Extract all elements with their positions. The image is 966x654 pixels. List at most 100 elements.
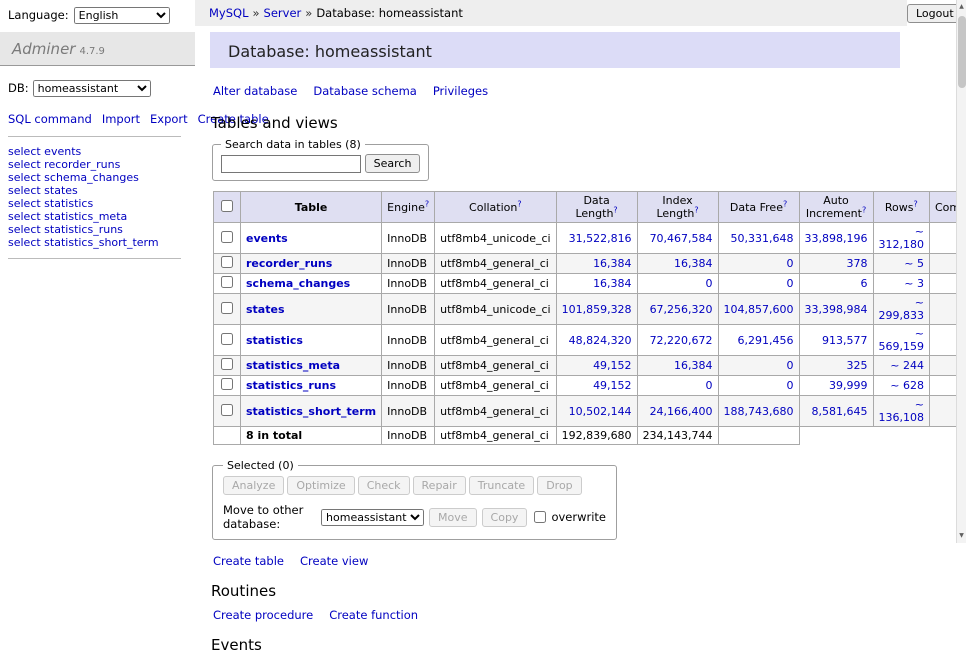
doc-help-link[interactable]: ? [913, 199, 917, 208]
auto-increment-link[interactable]: 39,999 [829, 379, 868, 392]
language-select[interactable]: English [74, 7, 170, 24]
auto-increment-link[interactable]: 33,398,984 [805, 303, 868, 316]
drop-button[interactable]: Drop [537, 476, 581, 495]
table-link-statistics-meta[interactable]: statistics_meta [246, 359, 340, 372]
db-select[interactable]: homeassistant [33, 80, 151, 97]
table-link-statistics-runs[interactable]: statistics_runs [246, 379, 336, 392]
db-action-link-privileges[interactable]: Privileges [433, 84, 488, 98]
create-link-create-table[interactable]: Create table [213, 554, 284, 568]
select-all-checkbox[interactable] [221, 200, 233, 212]
scroll-up-icon[interactable]: ▲ [957, 0, 966, 14]
move-button[interactable]: Move [429, 508, 477, 527]
rows-count-link[interactable]: ~ 244 [890, 359, 924, 372]
analyze-button[interactable]: Analyze [223, 476, 284, 495]
auto-increment-link[interactable]: 378 [847, 257, 868, 270]
scroll-down-icon[interactable]: ▼ [957, 529, 966, 543]
table-link-states[interactable]: states [246, 303, 285, 316]
sidebar-link-import[interactable]: Import [102, 112, 140, 126]
breadcrumb-mysql-link[interactable]: MySQL [209, 6, 249, 20]
index-length-link[interactable]: 16,384 [674, 257, 713, 270]
doc-help-link[interactable]: ? [613, 205, 617, 214]
routine-link-create-function[interactable]: Create function [329, 608, 418, 622]
sidebar-select-link-select-states[interactable]: select states [8, 184, 183, 197]
sidebar-select-link-select-events[interactable]: select events [8, 145, 183, 158]
index-length-link[interactable]: 0 [706, 277, 713, 290]
row-checkbox[interactable] [221, 333, 233, 345]
row-checkbox[interactable] [221, 276, 233, 288]
create-link-create-view[interactable]: Create view [300, 554, 368, 568]
doc-help-link[interactable]: ? [517, 199, 521, 208]
table-link-statistics[interactable]: statistics [246, 334, 303, 347]
db-action-link-database-schema[interactable]: Database schema [313, 84, 416, 98]
data-free-link[interactable]: 0 [787, 277, 794, 290]
data-free-link[interactable]: 0 [787, 379, 794, 392]
rows-count-link[interactable]: ~ 299,833 [879, 296, 925, 322]
auto-increment-link[interactable]: 33,898,196 [805, 232, 868, 245]
index-length-link[interactable]: 0 [706, 379, 713, 392]
db-action-link-alter-database[interactable]: Alter database [213, 84, 297, 98]
doc-help-link[interactable]: ? [425, 199, 429, 208]
rows-count-link[interactable]: ~ 3 [904, 277, 924, 290]
sidebar-select-link-select-schema-changes[interactable]: select schema_changes [8, 171, 183, 184]
copy-button[interactable]: Copy [482, 508, 528, 527]
row-checkbox[interactable] [221, 256, 233, 268]
index-length-link[interactable]: 72,220,672 [650, 334, 713, 347]
optimize-button[interactable]: Optimize [287, 476, 354, 495]
auto-increment-link[interactable]: 8,581,645 [812, 405, 868, 418]
row-checkbox[interactable] [221, 404, 233, 416]
rows-count-link[interactable]: ~ 628 [890, 379, 924, 392]
auto-increment-link[interactable]: 913,577 [822, 334, 868, 347]
data-free-link[interactable]: 0 [787, 257, 794, 270]
search-button[interactable]: Search [365, 154, 421, 173]
doc-help-link[interactable]: ? [783, 199, 787, 208]
doc-help-link[interactable]: ? [694, 205, 698, 214]
sidebar-select-link-select-statistics[interactable]: select statistics [8, 197, 183, 210]
rows-count-link[interactable]: ~ 312,180 [879, 225, 925, 251]
data-free-link[interactable]: 0 [787, 359, 794, 372]
overwrite-checkbox[interactable] [534, 511, 546, 523]
data-free-link[interactable]: 6,291,456 [738, 334, 794, 347]
routine-link-create-procedure[interactable]: Create procedure [213, 608, 313, 622]
sidebar-link-export[interactable]: Export [150, 112, 188, 126]
rows-count-link[interactable]: ~ 136,108 [879, 398, 925, 424]
scrollbar-thumb[interactable] [958, 16, 966, 88]
data-length-link[interactable]: 48,824,320 [569, 334, 632, 347]
auto-increment-link[interactable]: 6 [861, 277, 868, 290]
data-free-link[interactable]: 104,857,600 [724, 303, 794, 316]
index-length-link[interactable]: 67,256,320 [650, 303, 713, 316]
truncate-button[interactable]: Truncate [469, 476, 534, 495]
sidebar-select-link-select-recorder-runs[interactable]: select recorder_runs [8, 158, 183, 171]
data-length-link[interactable]: 16,384 [593, 277, 632, 290]
row-checkbox[interactable] [221, 231, 233, 243]
data-length-link[interactable]: 49,152 [593, 379, 632, 392]
move-db-select[interactable]: homeassistant [321, 509, 424, 526]
row-checkbox[interactable] [221, 302, 233, 314]
repair-button[interactable]: Repair [413, 476, 466, 495]
table-link-schema-changes[interactable]: schema_changes [246, 277, 350, 290]
data-free-link[interactable]: 50,331,648 [731, 232, 794, 245]
table-link-statistics-short-term[interactable]: statistics_short_term [246, 405, 376, 418]
sidebar-select-link-select-statistics-runs[interactable]: select statistics_runs [8, 223, 183, 236]
adminer-logo-link[interactable]: Adminer [12, 40, 75, 58]
data-length-link[interactable]: 16,384 [593, 257, 632, 270]
sidebar-link-sql-command[interactable]: SQL command [8, 112, 92, 126]
row-checkbox[interactable] [221, 378, 233, 390]
data-length-link[interactable]: 31,522,816 [569, 232, 632, 245]
sidebar-select-link-select-statistics-meta[interactable]: select statistics_meta [8, 210, 183, 223]
table-link-recorder-runs[interactable]: recorder_runs [246, 257, 332, 270]
rows-count-link[interactable]: ~ 569,159 [879, 327, 925, 353]
index-length-link[interactable]: 24,166,400 [650, 405, 713, 418]
data-length-link[interactable]: 10,502,144 [569, 405, 632, 418]
row-checkbox[interactable] [221, 358, 233, 370]
rows-count-link[interactable]: ~ 5 [904, 257, 924, 270]
check-button[interactable]: Check [358, 476, 410, 495]
logout-button[interactable]: Logout [907, 4, 963, 23]
index-length-link[interactable]: 16,384 [674, 359, 713, 372]
search-input[interactable] [221, 155, 361, 173]
doc-help-link[interactable]: ? [862, 205, 866, 214]
auto-increment-link[interactable]: 325 [847, 359, 868, 372]
vertical-scrollbar[interactable]: ▲ ▼ [956, 0, 966, 543]
data-length-link[interactable]: 49,152 [593, 359, 632, 372]
data-length-link[interactable]: 101,859,328 [562, 303, 632, 316]
table-link-events[interactable]: events [246, 232, 288, 245]
